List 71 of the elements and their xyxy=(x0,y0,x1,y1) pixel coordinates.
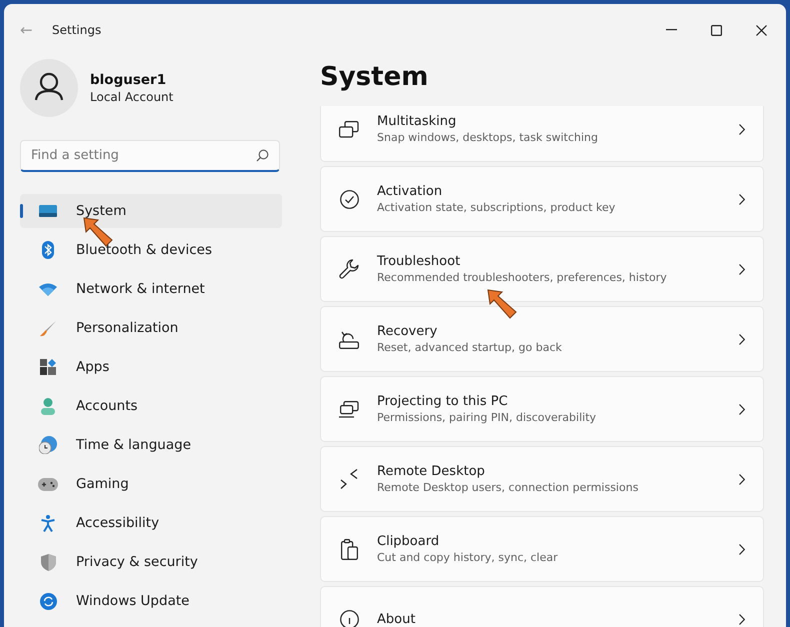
settings-card[interactable]: Projecting to this PC Permissions, pairing PIN, discoverability xyxy=(320,376,764,442)
nav-item[interactable]: Time & language xyxy=(20,428,282,462)
card-title: Multitasking xyxy=(377,114,458,129)
chevron-icon xyxy=(739,194,745,204)
nav-item[interactable]: Personalization xyxy=(20,311,282,345)
page-title: System xyxy=(320,62,430,94)
bluetooth-icon xyxy=(42,241,54,259)
nav-item[interactable]: Bluetooth & devices xyxy=(20,233,282,267)
update-icon xyxy=(40,592,56,610)
nav-item[interactable]: Privacy & security xyxy=(20,545,282,579)
chevron-icon xyxy=(739,334,745,344)
settings-card[interactable]: Troubleshoot Recommended troubleshooters, preferences, history xyxy=(320,236,764,302)
close-icon[interactable] xyxy=(756,24,767,36)
wrench-icon xyxy=(339,259,359,279)
card-title: Troubleshoot xyxy=(377,254,462,269)
chevron-icon xyxy=(739,474,745,484)
nav-item[interactable]: Windows Update xyxy=(20,584,282,618)
nav-item[interactable]: Accessibility xyxy=(20,506,282,540)
monitor-icon xyxy=(39,204,57,218)
settings-card[interactable]: Remote Desktop Remote Desktop users, connection permissions xyxy=(320,446,764,512)
minimize-icon[interactable] xyxy=(666,29,677,31)
card-subtitle: Remote Desktop users, connection permissions xyxy=(377,481,640,494)
card-subtitle: Permissions, pairing PIN, discoverability xyxy=(377,411,598,424)
settings-card[interactable]: Recovery Reset, advanced startup, go back xyxy=(320,306,764,372)
nav-item[interactable]: Network & internet xyxy=(20,272,282,306)
card-subtitle: Cut and copy history, sync, clear xyxy=(377,551,559,564)
card-title: Activation xyxy=(377,184,444,199)
card-subtitle: Recommended troubleshooters, preferences, history xyxy=(377,271,668,284)
card-subtitle: Reset, advanced startup, go back xyxy=(377,341,563,354)
window-title: Settings xyxy=(52,23,102,37)
brush-icon xyxy=(40,320,56,336)
chevron-icon xyxy=(739,614,745,624)
chevron-icon xyxy=(739,124,745,134)
card-title: Recovery xyxy=(377,324,438,339)
gamepad-icon xyxy=(38,478,58,490)
avatar xyxy=(20,59,78,117)
card-title: Projecting to this PC xyxy=(377,394,509,409)
settings-card[interactable]: About xyxy=(320,586,764,627)
card-title: About xyxy=(377,612,416,626)
settings-card[interactable]: Clipboard Cut and copy history, sync, clear xyxy=(320,516,764,582)
nav-item[interactable]: Apps xyxy=(20,350,282,384)
account-name: bloguser1 xyxy=(90,72,168,88)
search-field[interactable]: Find a setting xyxy=(20,140,280,172)
clipboard-icon xyxy=(340,538,358,560)
card-title: Remote Desktop xyxy=(377,464,486,479)
chevron-icon xyxy=(739,404,745,414)
card-subtitle: Snap windows, desktops, task switching xyxy=(377,131,600,144)
wifi-icon xyxy=(39,282,57,296)
nav-item[interactable]: System xyxy=(20,194,282,228)
apps-icon xyxy=(40,359,56,375)
maximize-icon[interactable] xyxy=(711,24,722,36)
card-subtitle: Activation state, subscriptions, product key xyxy=(377,201,616,214)
nav-item[interactable]: Gaming xyxy=(20,467,282,501)
globe-clock-icon xyxy=(39,436,57,454)
search-icon[interactable] xyxy=(256,149,269,162)
chevron-icon xyxy=(739,264,745,274)
nav-item[interactable]: Accounts xyxy=(20,389,282,423)
remote-arrows-icon xyxy=(340,469,358,489)
info-icon xyxy=(340,610,358,627)
projector-icon xyxy=(339,400,359,418)
shield-icon xyxy=(40,554,56,570)
account-type: Local Account xyxy=(90,90,174,104)
person-icon xyxy=(41,398,55,414)
chevron-icon xyxy=(739,544,745,554)
windows-stack-icon xyxy=(339,120,359,138)
recovery-icon xyxy=(339,330,359,348)
accessibility-icon xyxy=(41,514,55,532)
settings-card[interactable]: Activation Activation state, subscriptions, product key xyxy=(320,166,764,232)
check-circle-icon xyxy=(340,190,358,208)
card-title: Clipboard xyxy=(377,534,440,549)
settings-card[interactable]: Multitasking Snap windows, desktops, task switching xyxy=(320,106,764,162)
